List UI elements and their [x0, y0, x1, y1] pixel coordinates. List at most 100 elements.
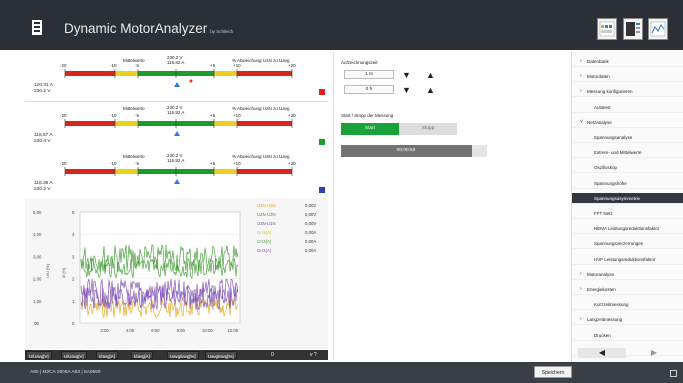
chart-tabs: U/Uavg[V] U/Uavg[V] I/Iavg[A] I/Iavg[A] …: [25, 350, 328, 360]
legend-entry: I2-I3(A): [257, 239, 272, 244]
progress-time: 00:00:53: [396, 148, 416, 153]
sidebar-item-label: Spannungshöhe: [594, 180, 627, 186]
chevron-icon: ›: [580, 73, 582, 80]
y-left-tick: ,00: [33, 321, 40, 326]
legend-value: 0,00V: [305, 221, 316, 226]
back-button[interactable]: ◀: [578, 348, 626, 358]
gauge-bar: [64, 69, 293, 87]
y-left-tick: 4,00: [33, 232, 42, 237]
sidebar-item-label: Messung konfigurieren: [587, 89, 633, 95]
sidebar-item[interactable]: Spannungsasymmetrie: [572, 192, 683, 204]
nav-buttons: ◀ ▶: [578, 348, 678, 358]
app-logo-icon: [32, 20, 42, 35]
gauge-reading-current: 116.67 A: [34, 133, 53, 138]
asymmetry-chart: 5,00 5 4,00 4 3,00 3 2,00 2 1,00 1,00 0 U/U [%] I/I …: [25, 198, 328, 349]
chart-tab[interactable]: I/Iavg[A]: [131, 351, 153, 359]
sidebar-item[interactable]: › Energiekosten: [572, 284, 683, 295]
y-right-tick: 1: [72, 299, 75, 304]
sidebar-item[interactable]: Extrem- und Mittelwerte: [572, 147, 683, 159]
y-left-tick: 1,00: [33, 299, 42, 304]
gauge-reading-voltage: 230.2 V: [34, 187, 51, 192]
resize-icon[interactable]: [670, 370, 677, 377]
sidebar-item[interactable]: NEMA Leistungsreduktionsfaktor: [572, 223, 683, 235]
sidebar-item[interactable]: ˅ Netzanalyse: [572, 117, 683, 128]
sidebar-item-label: Extrem- und Mittelwerte: [594, 150, 642, 156]
chart-tab[interactable]: Uavg/Iavg[%]: [205, 351, 237, 359]
sidebar-item-label: HVF Leistungsreduktionsfaktor: [594, 256, 656, 262]
chart-page-arrows[interactable]: v ?: [310, 352, 317, 358]
phase-indicator: [319, 139, 325, 145]
sidebar-item[interactable]: Spannungsverzerrungen: [572, 238, 683, 250]
sidebar-item[interactable]: › Motordaten: [572, 71, 683, 83]
x-tick: 2:00: [100, 328, 109, 333]
save-button[interactable]: Speichern: [534, 366, 572, 378]
y-right-tick: 3: [72, 254, 75, 259]
gauge-panel-1: Mittelwerte 230.2 V 116.82 A % Abweichun…: [25, 52, 328, 102]
sidebar-item-label: FFT Netz: [594, 211, 613, 216]
x-tick: 8:00: [177, 328, 186, 333]
scope-icon[interactable]: [648, 18, 668, 40]
gauge-reading-current: 116.36 A: [34, 181, 53, 186]
interval-hours-field[interactable]: 0 h: [344, 85, 394, 94]
x-tick: 10:00: [202, 328, 213, 333]
chevron-icon: ˅: [580, 118, 583, 125]
sidebar-item-label: Motoranalyse: [587, 271, 615, 277]
sidebar-item-label: Langzeitmessung: [587, 317, 623, 323]
measurement-progress: 00:00:53: [341, 145, 487, 157]
status-bar: A80 | M2CA 2805A A83 | 5A0589 Speichern: [0, 362, 683, 383]
settings-panel-icon[interactable]: [623, 18, 643, 40]
app-subtitle: by Schleich: [210, 29, 234, 34]
sidebar-item[interactable]: › Datenbank: [572, 56, 683, 67]
status-text: A80 | M2CA 2805A A83 | 5A0589: [30, 370, 101, 375]
chart-tab[interactable]: U/Uavg[V]: [61, 351, 87, 359]
y-right-tick: 4: [72, 232, 75, 237]
interval-minutes-field[interactable]: 1 m: [344, 70, 394, 79]
phase-indicator: [319, 89, 325, 95]
legend-value: 0,00A: [305, 248, 316, 253]
sidebar-item-label: Energiekosten: [587, 287, 616, 292]
increase-hours-button[interactable]: ▲: [426, 86, 435, 95]
increase-minutes-button[interactable]: ▲: [426, 71, 435, 80]
decrease-hours-button[interactable]: ▼: [402, 86, 411, 95]
forward-button[interactable]: ▶: [630, 348, 678, 358]
legend-entry: U3N-U1N: [257, 221, 276, 226]
chevron-icon: ›: [580, 270, 582, 277]
gauge-panel-2: Mittelwerte 230.2 V 116.82 A % Abweichun…: [25, 102, 328, 152]
x-tick: 4:00: [126, 328, 135, 333]
legend-value: 0,00V: [305, 212, 316, 217]
sidebar-item-label: Motordaten: [587, 74, 610, 80]
sidebar-item[interactable]: › Motoranalyse: [572, 269, 683, 280]
x-tick: 6:00: [151, 328, 160, 333]
phase-indicator: [319, 187, 325, 193]
chart-tab[interactable]: U/Uavg[V]: [26, 351, 52, 359]
navigation-sidebar: › Datenbank › Motordaten › Messung konfigurie…: [571, 52, 683, 362]
chart-tab[interactable]: I/Iavg[A]: [96, 351, 118, 359]
sidebar-item[interactable]: › Messung konfigurieren: [572, 86, 683, 98]
sidebar-item[interactable]: Oszilloskop: [572, 162, 683, 174]
legend-value: 0,00A: [305, 230, 316, 235]
chevron-icon: ›: [580, 58, 582, 64]
gauge-panel-3: Mittelwerte 230.2 V 116.82 A % Abweichun…: [25, 150, 328, 200]
sidebar-item-label: Spannungsasymmetrie: [594, 195, 641, 201]
legend-value: 0,00A: [305, 239, 316, 244]
start-button[interactable]: Start: [341, 123, 399, 135]
sidebar-item[interactable]: › Langzeitmessung: [572, 314, 683, 326]
sidebar-item[interactable]: Spannungshöhe: [572, 178, 683, 189]
sidebar-item-label: NEMA Leistungsreduktionsfaktor: [594, 226, 660, 232]
sidebar-item[interactable]: Autotest: [572, 102, 683, 113]
sidebar-item[interactable]: Kurzzeitmessung: [572, 299, 683, 311]
legend-entry: I1-I3(A): [257, 230, 272, 235]
sidebar-item[interactable]: Drucken: [572, 330, 683, 341]
graph-icon[interactable]: [597, 18, 617, 40]
sidebar-item[interactable]: Spannungsanalyse: [572, 132, 683, 143]
sidebar-item-label: Datenbank: [587, 59, 609, 64]
chart-plot: 5,00 54,00 43,00 32,00 21,00 1,00 0U/U [%] I/I …: [33, 203, 316, 333]
decrease-minutes-button[interactable]: ▼: [402, 71, 411, 80]
stop-button[interactable]: Stopp: [399, 123, 457, 135]
sidebar-item[interactable]: FFT Netz: [572, 208, 683, 219]
sidebar-item[interactable]: HVF Leistungsreduktionsfaktor: [572, 254, 683, 265]
y-left-tick: 3,00: [33, 254, 42, 259]
app-header: Dynamic MotorAnalyzer by Schleich: [0, 0, 683, 50]
chart-tab[interactable]: Uavg/Iavg[%]: [167, 351, 199, 359]
gauge-bar: [64, 119, 293, 136]
